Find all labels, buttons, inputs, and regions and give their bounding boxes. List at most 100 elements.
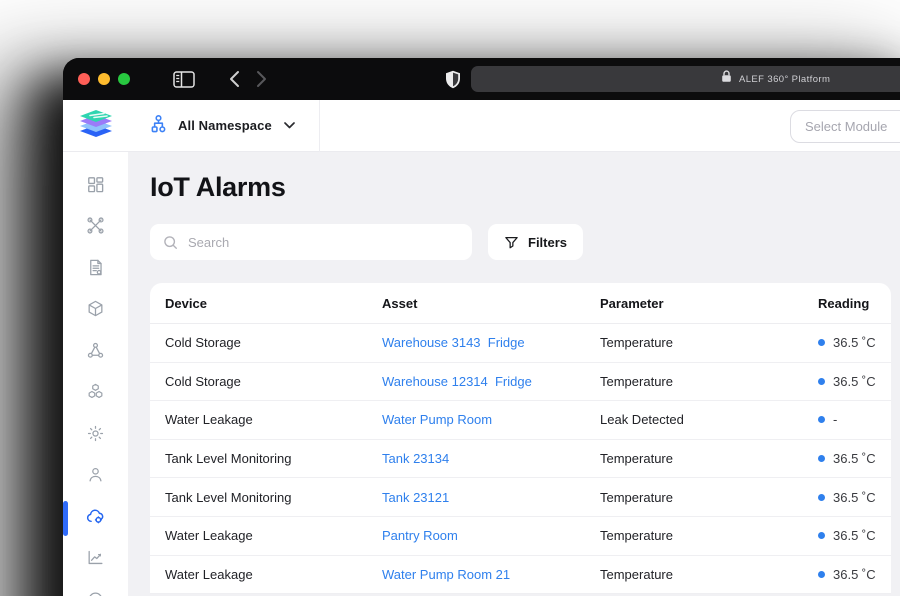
parameter-cell: Temperature	[600, 528, 673, 544]
browser-window: ALEF 360° Platform All Namespace Select …	[63, 58, 900, 596]
search-input[interactable]	[188, 234, 460, 250]
sidebar-item-reports[interactable]	[63, 249, 128, 291]
parameter-cell: Temperature	[600, 451, 673, 467]
parameter-cell: Temperature	[600, 489, 673, 505]
back-chevron-icon[interactable]	[228, 70, 241, 88]
app-body: IoT Alarms Search Filters Device Asset P…	[63, 152, 900, 596]
sidebar-item-settings[interactable]	[63, 415, 128, 457]
tools-icon	[86, 216, 105, 240]
status-dot	[818, 493, 825, 501]
filters-label: Filters	[528, 234, 568, 250]
asset-link[interactable]: Water Pump Room	[382, 412, 600, 427]
partial-bottom-icon	[86, 590, 105, 596]
layers-logo-icon	[79, 109, 112, 137]
table-row[interactable]: Water Leakage Pantry Room Temperature 36…	[150, 517, 891, 556]
icon-sidebar	[63, 152, 128, 596]
filter-funnel-icon	[504, 235, 519, 250]
device-cell: Water Leakage	[165, 566, 253, 582]
table-header: Device Asset Parameter Reading	[150, 283, 891, 324]
status-dot	[818, 455, 825, 463]
toolbar: Filters	[150, 224, 900, 260]
maximize-button[interactable]	[118, 73, 130, 85]
forward-chevron-icon[interactable]	[255, 70, 268, 88]
cluster-nodes-icon	[86, 341, 105, 365]
device-cell: Water Leakage	[165, 412, 253, 428]
parameter-cell: Temperature	[600, 566, 673, 582]
lock-icon	[721, 70, 732, 88]
sidebar-item-iot-alarms[interactable]	[63, 498, 128, 540]
device-cell: Tank Level Monitoring	[165, 451, 292, 467]
app-logo[interactable]	[63, 105, 128, 147]
status-dot	[818, 416, 825, 424]
sidebar-item-cluster[interactable]	[63, 332, 128, 374]
shield-privacy-icon[interactable]	[445, 70, 461, 89]
table-row[interactable]: Cold Storage Warehouse 3143 Fridge Tempe…	[150, 324, 891, 363]
sidebar-item-tools[interactable]	[63, 208, 128, 250]
site-title: ALEF 360° Platform	[739, 73, 831, 85]
active-indicator	[63, 501, 68, 536]
iot-cloud-gear-icon	[85, 506, 106, 532]
page-title: IoT Alarms	[150, 172, 286, 202]
sidebar-item-dashboard[interactable]	[63, 166, 128, 208]
traffic-lights	[78, 73, 130, 85]
reading-cell: 36.5 ˚C	[818, 335, 876, 350]
device-cell: Cold Storage	[165, 335, 241, 351]
reading-cell: 36.5 ˚C	[818, 528, 876, 543]
table-row[interactable]: Tank Level Monitoring Tank 23121 Tempera…	[150, 478, 891, 517]
table-row[interactable]: Tank Level Monitoring Tank 23134 Tempera…	[150, 440, 891, 479]
search-box[interactable]	[150, 224, 472, 260]
asset-link[interactable]: Warehouse 3143 Fridge	[382, 335, 600, 350]
column-header-reading: Reading	[818, 295, 870, 311]
close-button[interactable]	[78, 73, 90, 85]
device-cell: Tank Level Monitoring	[165, 489, 292, 505]
address-bar[interactable]: ALEF 360° Platform	[471, 66, 900, 92]
sidebar-item-more[interactable]	[63, 581, 128, 596]
reading-cell: 36.5 ˚C	[818, 451, 876, 466]
screenshot-viewport: ALEF 360° Platform All Namespace Select …	[0, 0, 900, 596]
status-dot	[818, 532, 825, 540]
module-select-input[interactable]	[790, 110, 900, 143]
device-cell: Cold Storage	[165, 373, 241, 389]
asset-link[interactable]: Tank 23121	[382, 490, 600, 505]
device-cell: Water Leakage	[165, 528, 253, 544]
sidebar-item-analytics[interactable]	[63, 540, 128, 582]
dashboard-grid-icon	[86, 175, 105, 199]
table-row[interactable]: Water Leakage Water Pump Room Leak Detec…	[150, 401, 891, 440]
table-row[interactable]: Cold Storage Warehouse 12314 Fridge Temp…	[150, 363, 891, 402]
parameter-cell: Leak Detected	[600, 412, 684, 428]
column-header-asset: Asset	[382, 295, 418, 311]
chevron-down-icon	[283, 122, 295, 129]
alarms-table: Device Asset Parameter Reading Cold Stor…	[150, 283, 891, 595]
column-header-device: Device	[165, 295, 207, 311]
app-top-nav: All Namespace	[63, 99, 900, 152]
settings-gear-icon	[86, 424, 105, 448]
sidebar-item-assets[interactable]	[63, 291, 128, 333]
cubes-stack-icon	[86, 382, 105, 406]
sidebar-toggle-icon[interactable]	[173, 70, 195, 88]
namespace-selector[interactable]: All Namespace	[128, 113, 309, 139]
status-dot	[818, 339, 825, 347]
status-dot	[818, 570, 825, 578]
analytics-chart-icon	[86, 548, 105, 572]
main-content: IoT Alarms Search Filters Device Asset P…	[128, 152, 900, 596]
hierarchy-icon	[148, 113, 169, 139]
filters-button[interactable]: Filters	[488, 224, 584, 260]
column-header-parameter: Parameter	[600, 295, 664, 311]
sidebar-item-users[interactable]	[63, 457, 128, 499]
table-row[interactable]: Water Leakage Water Pump Room 21 Tempera…	[150, 556, 891, 595]
asset-link[interactable]: Water Pump Room 21	[382, 567, 600, 582]
asset-link[interactable]: Pantry Room	[382, 528, 600, 543]
minimize-button[interactable]	[98, 73, 110, 85]
reading-cell: -	[818, 412, 876, 427]
parameter-cell: Temperature	[600, 335, 673, 351]
cube-icon	[86, 299, 105, 323]
asset-link[interactable]: Tank 23134	[382, 451, 600, 466]
reading-cell: 36.5 ˚C	[818, 567, 876, 582]
report-document-icon	[86, 258, 105, 282]
namespace-label: All Namespace	[178, 118, 272, 133]
search-icon	[162, 234, 179, 251]
reading-cell: 36.5 ˚C	[818, 490, 876, 505]
sidebar-item-modules[interactable]	[63, 374, 128, 416]
asset-link[interactable]: Warehouse 12314 Fridge	[382, 374, 600, 389]
status-dot	[818, 377, 825, 385]
